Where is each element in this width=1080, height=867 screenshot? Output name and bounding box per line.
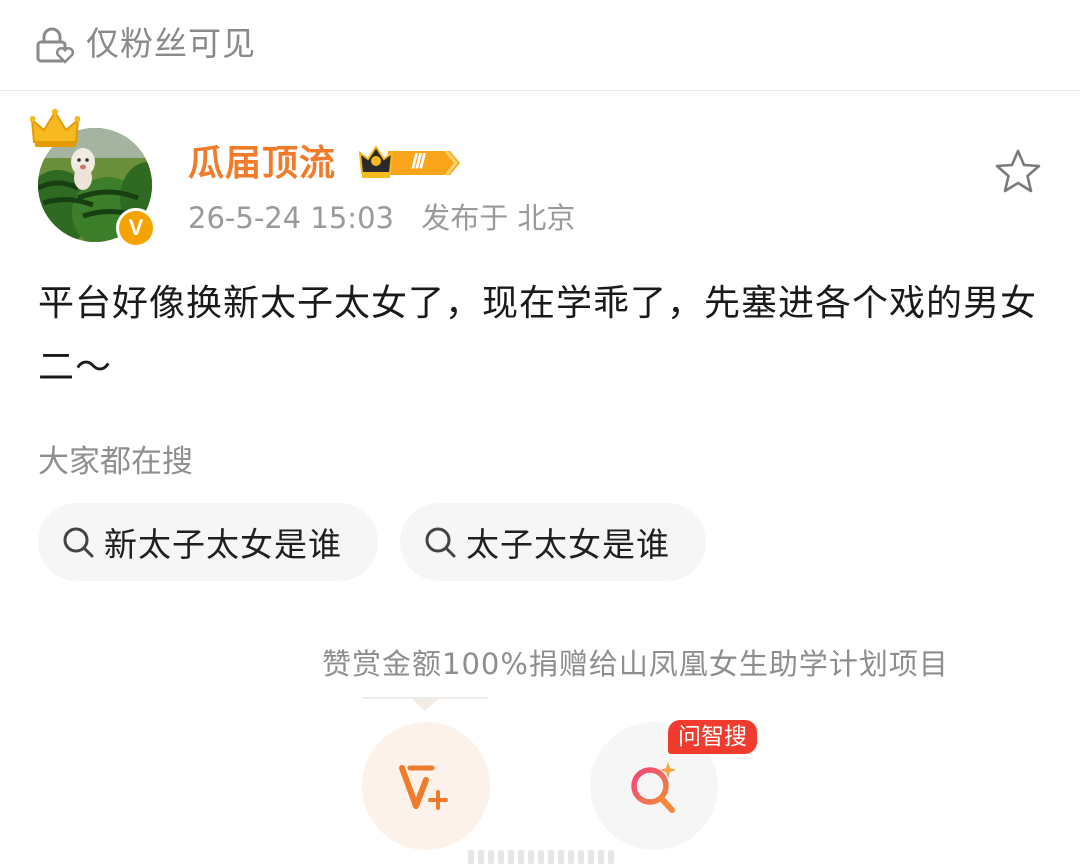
fan-level-text: Ⅲ [410, 151, 424, 173]
username[interactable]: 瓜届顶流 [188, 140, 336, 188]
verified-badge: V [116, 208, 156, 248]
post-text: 平台好像换新太子太女了，现在学乖了，先塞进各个戏的男女二～ [38, 283, 1038, 388]
visibility-bar: 仅粉丝可见 [0, 0, 1080, 91]
reward-note: 赞赏金额100%捐赠给山凤凰女生助学计划项目 [322, 647, 949, 681]
hot-search-label: 新太子太女是谁 [104, 525, 342, 564]
sparkle-search-icon [631, 762, 676, 813]
search-icon [425, 527, 456, 558]
v-plus-icon [399, 765, 448, 810]
hot-search-chip[interactable]: 新太子太女是谁 [38, 503, 378, 581]
crown-icon [30, 108, 80, 147]
pager-indicator [468, 850, 618, 864]
hot-search-title: 大家都在搜 [38, 444, 193, 480]
star-icon[interactable] [994, 148, 1042, 194]
visibility-label: 仅粉丝可见 [86, 24, 256, 63]
post-meta: 26-5-24 15:03 发布于 北京 [188, 198, 575, 238]
fan-level-badge[interactable]: Ⅲ [358, 143, 462, 183]
reward-button[interactable] [362, 722, 490, 850]
tooltip-caret [412, 699, 438, 711]
post-location: 发布于 北京 [421, 201, 576, 235]
ask-search-tag[interactable]: 问智搜 [668, 720, 757, 754]
search-icon [63, 527, 94, 558]
post-timestamp: 26-5-24 15:03 [188, 201, 394, 235]
lock-heart-icon [36, 27, 74, 64]
hot-search-label: 太子太女是谁 [466, 525, 670, 564]
avatar-container[interactable]: V [30, 108, 170, 248]
hot-search-chip[interactable]: 太子太女是谁 [400, 503, 706, 581]
